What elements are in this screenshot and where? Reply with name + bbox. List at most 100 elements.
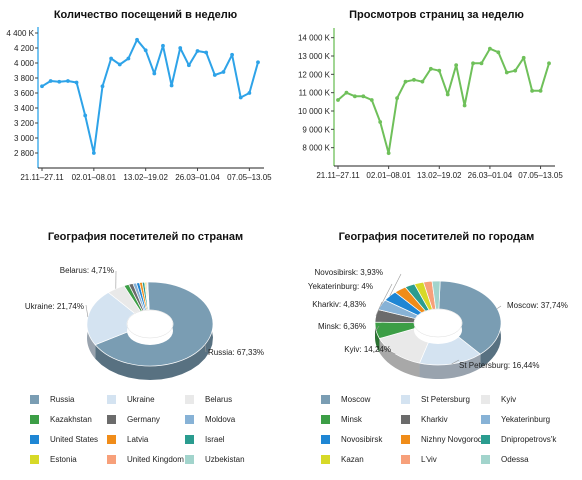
data-point bbox=[83, 113, 88, 118]
legend-label: Yekaterinburg bbox=[501, 415, 551, 424]
data-point bbox=[547, 61, 551, 66]
legend-swatch bbox=[321, 455, 330, 464]
legend-item: Estonia bbox=[30, 455, 77, 464]
legend-swatch bbox=[401, 395, 410, 404]
data-point bbox=[513, 68, 518, 73]
legend-item: Kazan bbox=[321, 455, 364, 464]
weekly-pageviews-chart: Просмотров страниц за неделю 8 000 K9 00… bbox=[291, 0, 582, 205]
weekly-visits-plot: 2 800 3 000 3 200 3 400 3 600 3 800 4 000 4 200… bbox=[6, 27, 272, 182]
x-tick-label: 07.05–13.05 bbox=[227, 173, 272, 182]
legend-swatch bbox=[107, 415, 116, 424]
y-tick-label: 10 000 K bbox=[298, 107, 331, 116]
y-tick-label: 4 200 bbox=[14, 44, 35, 53]
y-tick-label: 8 000 K bbox=[302, 144, 330, 153]
y-tick-label: 3 400 bbox=[14, 104, 35, 113]
weekly-visits-chart: Количество посещений в неделю 2 800 3 000… bbox=[0, 0, 291, 205]
y-tick-label: 11 000 K bbox=[299, 89, 331, 98]
data-point bbox=[117, 62, 122, 67]
data-point bbox=[48, 79, 53, 83]
weekly-pageviews-plot: 8 000 K 9 000 K 10 000 K 11 000 K 12 000 K 13… bbox=[298, 28, 563, 180]
data-point bbox=[91, 151, 96, 155]
legend-swatch bbox=[481, 455, 490, 464]
legend-label: Dnipropetrovs'k bbox=[501, 435, 557, 444]
data-point bbox=[361, 94, 366, 99]
data-point bbox=[126, 56, 131, 61]
legend-swatch bbox=[401, 435, 410, 444]
data-point bbox=[538, 88, 543, 93]
data-point bbox=[100, 84, 105, 89]
data-point bbox=[135, 37, 139, 42]
legend-item: Belarus bbox=[185, 395, 232, 404]
legend-item: Latvia bbox=[107, 435, 148, 444]
x-tick-label: 02.01–08.01 bbox=[366, 171, 411, 180]
data-point bbox=[57, 79, 62, 84]
data-point bbox=[471, 61, 475, 66]
legend-swatch bbox=[30, 435, 39, 444]
data-point bbox=[238, 95, 243, 100]
data-point bbox=[169, 83, 174, 88]
series-line bbox=[41, 38, 259, 154]
cities-chart: География посетителей по городам Moscow:… bbox=[291, 222, 582, 480]
legend-label: United States bbox=[50, 435, 99, 444]
data-point bbox=[420, 79, 425, 84]
legend-label: L'viv bbox=[421, 455, 437, 464]
legend-swatch bbox=[30, 455, 39, 464]
y-tick-label: 4 400 K bbox=[6, 29, 34, 38]
data-point bbox=[152, 71, 157, 76]
data-point bbox=[161, 43, 165, 48]
legend-swatch bbox=[321, 415, 330, 424]
legend-swatch bbox=[107, 395, 116, 404]
legend-swatch bbox=[185, 435, 194, 444]
legend-label: Estonia bbox=[50, 455, 77, 464]
legend-label: Ukraine bbox=[127, 395, 155, 404]
cities-legend: Moscow St Petersburg Kyiv Minsk Kharkiv Yekat… bbox=[291, 222, 582, 480]
data-point bbox=[504, 70, 509, 75]
y-tick-label: 13 000 K bbox=[298, 52, 331, 61]
data-point bbox=[462, 103, 467, 108]
data-point bbox=[40, 84, 44, 89]
legend-swatch bbox=[401, 455, 410, 464]
data-point bbox=[395, 96, 399, 101]
legend-item: L'viv bbox=[401, 455, 437, 464]
data-point bbox=[178, 46, 183, 50]
legend-swatch bbox=[321, 435, 330, 444]
data-point bbox=[195, 49, 200, 53]
data-point bbox=[445, 92, 450, 97]
y-tick-label: 3 200 bbox=[14, 119, 35, 128]
legend-label: Minsk bbox=[341, 415, 362, 424]
legend-swatch bbox=[481, 415, 490, 424]
data-point bbox=[428, 66, 433, 71]
x-tick-label: 13.02–19.02 bbox=[417, 171, 462, 180]
legend-label: Belarus bbox=[205, 395, 233, 404]
y-tick-label: 3 000 bbox=[14, 134, 35, 143]
x-tick-label: 07.05–13.05 bbox=[518, 171, 563, 180]
legend-label: Kazakhstan bbox=[50, 415, 92, 424]
data-point bbox=[204, 50, 209, 55]
legend-item: Minsk bbox=[321, 415, 362, 424]
legend-swatch bbox=[30, 395, 39, 404]
data-point bbox=[378, 120, 383, 124]
data-point bbox=[530, 88, 535, 93]
legend-item: Yekaterinburg bbox=[481, 415, 550, 424]
legend-label: St Petersburg bbox=[421, 395, 470, 404]
data-point bbox=[454, 63, 459, 68]
legend-item: Russia bbox=[30, 395, 74, 404]
legend-label: Latvia bbox=[127, 435, 149, 444]
legend-label: Moldova bbox=[205, 415, 236, 424]
legend-item: Moldova bbox=[185, 415, 235, 424]
legend-swatch bbox=[107, 455, 116, 464]
legend-swatch bbox=[481, 435, 490, 444]
legend-label: Kyiv bbox=[501, 395, 517, 404]
data-point bbox=[488, 46, 492, 51]
legend-item: United States bbox=[30, 435, 98, 444]
data-point bbox=[186, 63, 191, 68]
data-point bbox=[369, 98, 374, 102]
countries-chart: География посетителей по странам Russia:… bbox=[0, 222, 291, 480]
y-tick-label: 2 800 bbox=[14, 149, 35, 158]
legend-swatch bbox=[185, 415, 194, 424]
data-point bbox=[521, 55, 526, 60]
y-tick-label: 4 000 bbox=[14, 59, 35, 68]
x-tick-label: 13.02–19.02 bbox=[123, 173, 168, 182]
legend-swatch bbox=[185, 395, 194, 404]
data-point bbox=[437, 68, 442, 73]
